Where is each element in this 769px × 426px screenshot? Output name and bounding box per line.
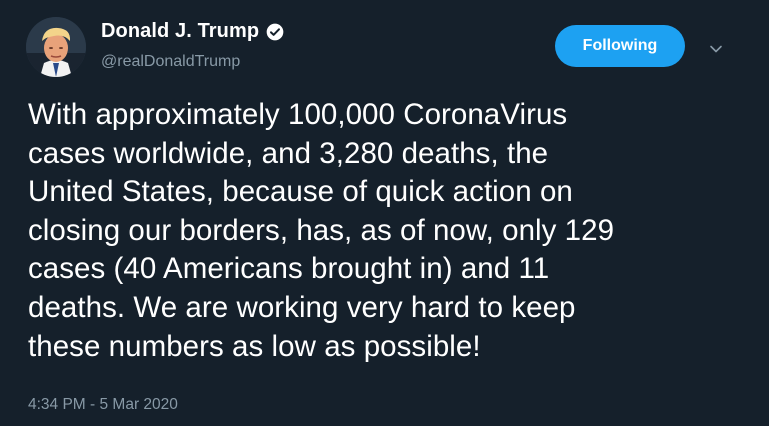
verified-badge-icon [265, 22, 285, 42]
user-handle[interactable]: @realDonaldTrump [101, 53, 240, 71]
avatar[interactable] [26, 17, 86, 77]
display-name[interactable]: Donald J. Trump [101, 20, 259, 43]
author-name-row: Donald J. Trump [101, 20, 285, 43]
chevron-down-icon [710, 45, 722, 53]
more-options-button[interactable] [704, 37, 728, 61]
following-button[interactable]: Following [555, 25, 685, 67]
avatar-image [26, 17, 86, 77]
tweet-text: With approximately 100,000 CoronaVirus c… [28, 98, 615, 363]
tweet-timestamp[interactable]: 4:34 PM - 5 Mar 2020 [28, 396, 178, 414]
tweet-card: Donald J. Trump @realDonaldTrump Followi… [0, 0, 769, 426]
